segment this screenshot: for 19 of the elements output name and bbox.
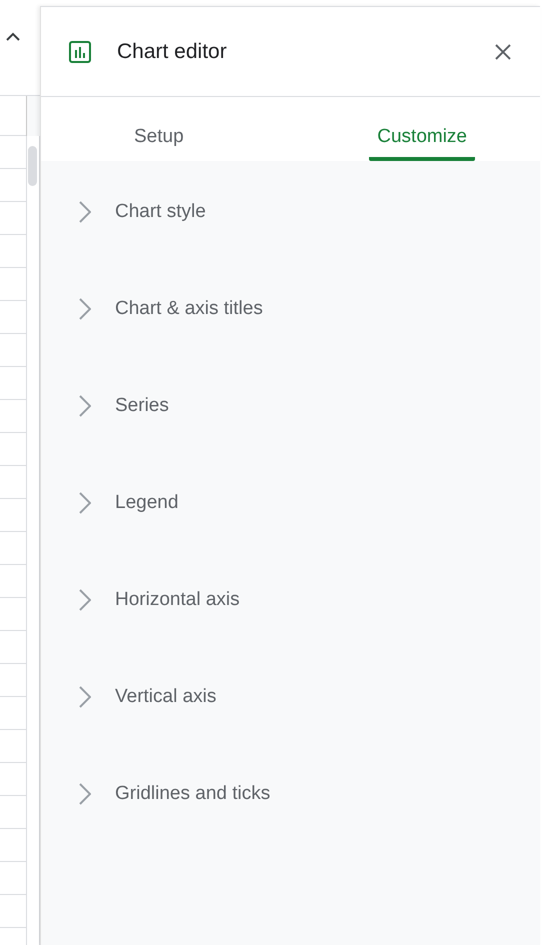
section-header[interactable]: Gridlines and ticks (115, 782, 270, 804)
chevron-right-icon[interactable] (79, 394, 91, 416)
caret-up-icon[interactable] (6, 32, 20, 41)
section-header[interactable]: Chart & axis titles (115, 298, 263, 320)
section-header[interactable]: Series (115, 394, 169, 416)
chevron-right-icon[interactable] (79, 200, 91, 222)
section-header[interactable]: Chart style (115, 200, 206, 222)
bar-chart-icon (69, 40, 91, 62)
chevron-right-icon[interactable] (79, 588, 91, 610)
section-header[interactable]: Horizontal axis (115, 588, 240, 610)
chevron-right-icon[interactable] (79, 782, 91, 804)
chevron-right-icon[interactable] (79, 492, 91, 514)
tab[interactable]: Setup (126, 97, 192, 161)
panel-title: Chart editor (117, 40, 228, 64)
section-header[interactable]: Vertical axis (115, 686, 216, 708)
scrollbar-thumb[interactable] (28, 146, 37, 186)
section-header[interactable]: Legend (115, 492, 178, 514)
chevron-right-icon[interactable] (79, 298, 91, 320)
chevron-right-icon[interactable] (79, 686, 91, 708)
